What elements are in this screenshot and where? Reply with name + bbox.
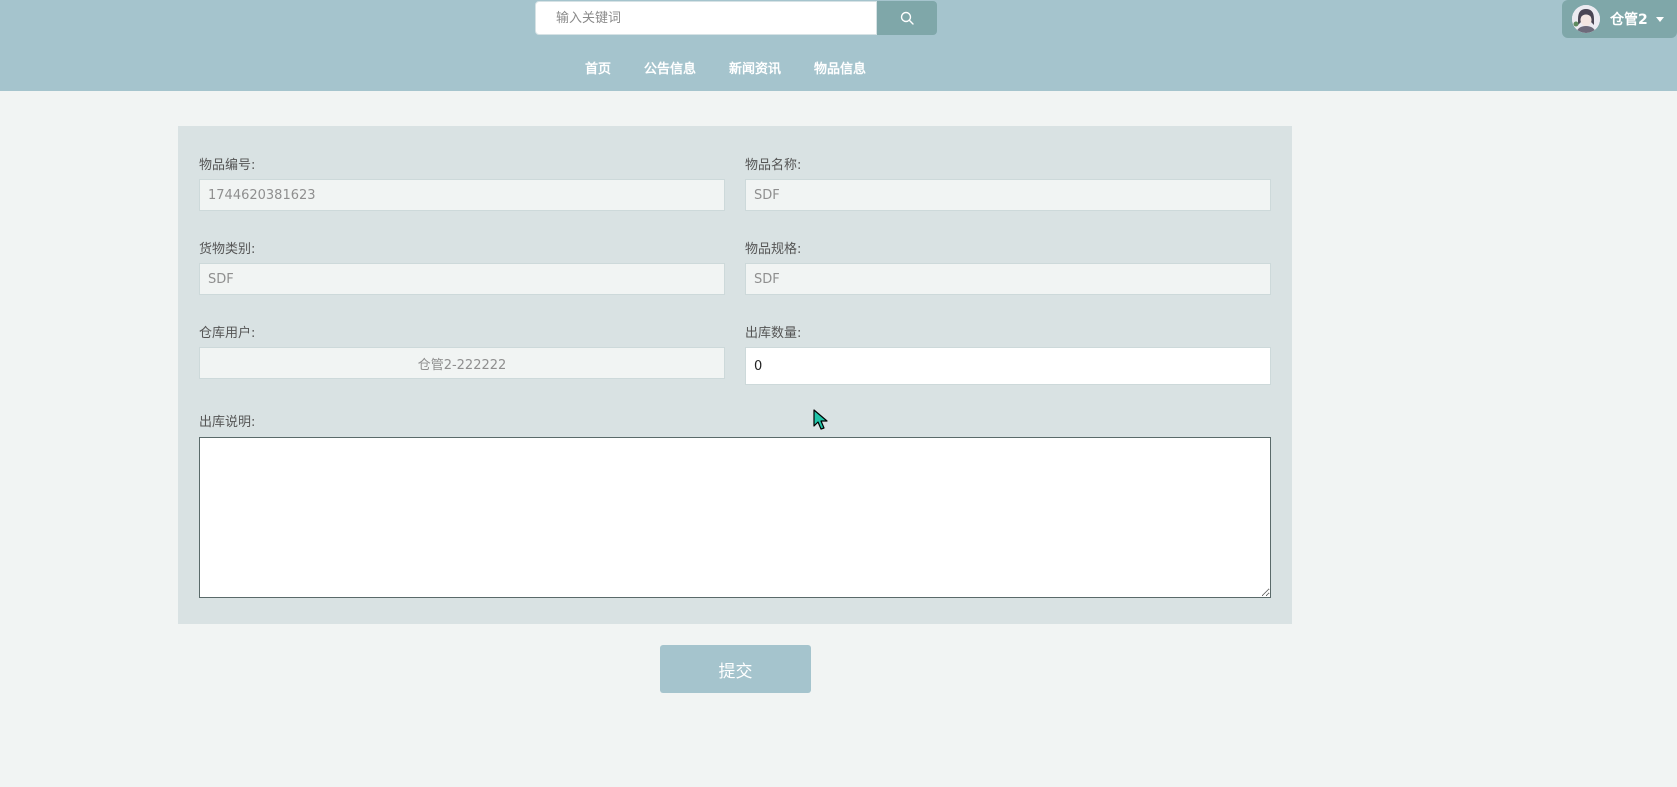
out-qty-input[interactable] <box>745 347 1271 385</box>
submit-button[interactable]: 提交 <box>660 645 811 693</box>
search-input[interactable] <box>535 1 877 35</box>
warehouse-user-label: 仓库用户: <box>199 326 256 341</box>
avatar-icon <box>1572 5 1600 33</box>
nav-item-news[interactable]: 新闻资讯 <box>729 58 781 77</box>
item-name-label: 物品名称: <box>745 158 802 173</box>
mouse-cursor-icon <box>813 409 828 430</box>
user-menu[interactable]: 仓管2 <box>1562 0 1677 38</box>
nav-item-home[interactable]: 首页 <box>585 58 611 77</box>
user-name: 仓管2 <box>1610 12 1648 28</box>
outbound-form: 物品编号: 物品名称: 货物类别: 物品规格: 仓库用户: 出库数量: 出库说明… <box>178 126 1292 624</box>
avatar <box>1572 5 1600 33</box>
spec-label: 物品规格: <box>745 242 802 257</box>
search-button[interactable] <box>877 1 937 35</box>
chevron-down-icon <box>1655 16 1664 22</box>
warehouse-user-field[interactable] <box>199 347 725 379</box>
out-desc-label: 出库说明: <box>199 415 256 430</box>
category-label: 货物类别: <box>199 242 256 257</box>
item-name-field[interactable] <box>745 179 1271 211</box>
nav-item-announcements[interactable]: 公告信息 <box>644 58 696 77</box>
spec-field[interactable] <box>745 263 1271 295</box>
nav-item-items[interactable]: 物品信息 <box>814 58 866 77</box>
out-desc-textarea[interactable] <box>199 437 1271 598</box>
category-field[interactable] <box>199 263 725 295</box>
out-qty-label: 出库数量: <box>745 326 802 341</box>
main-nav: 首页 公告信息 新闻资讯 物品信息 <box>585 58 899 77</box>
item-no-field[interactable] <box>199 179 725 211</box>
search-icon <box>900 11 914 25</box>
top-header: 首页 公告信息 新闻资讯 物品信息 仓管2 <box>0 0 1677 91</box>
item-no-label: 物品编号: <box>199 158 256 173</box>
